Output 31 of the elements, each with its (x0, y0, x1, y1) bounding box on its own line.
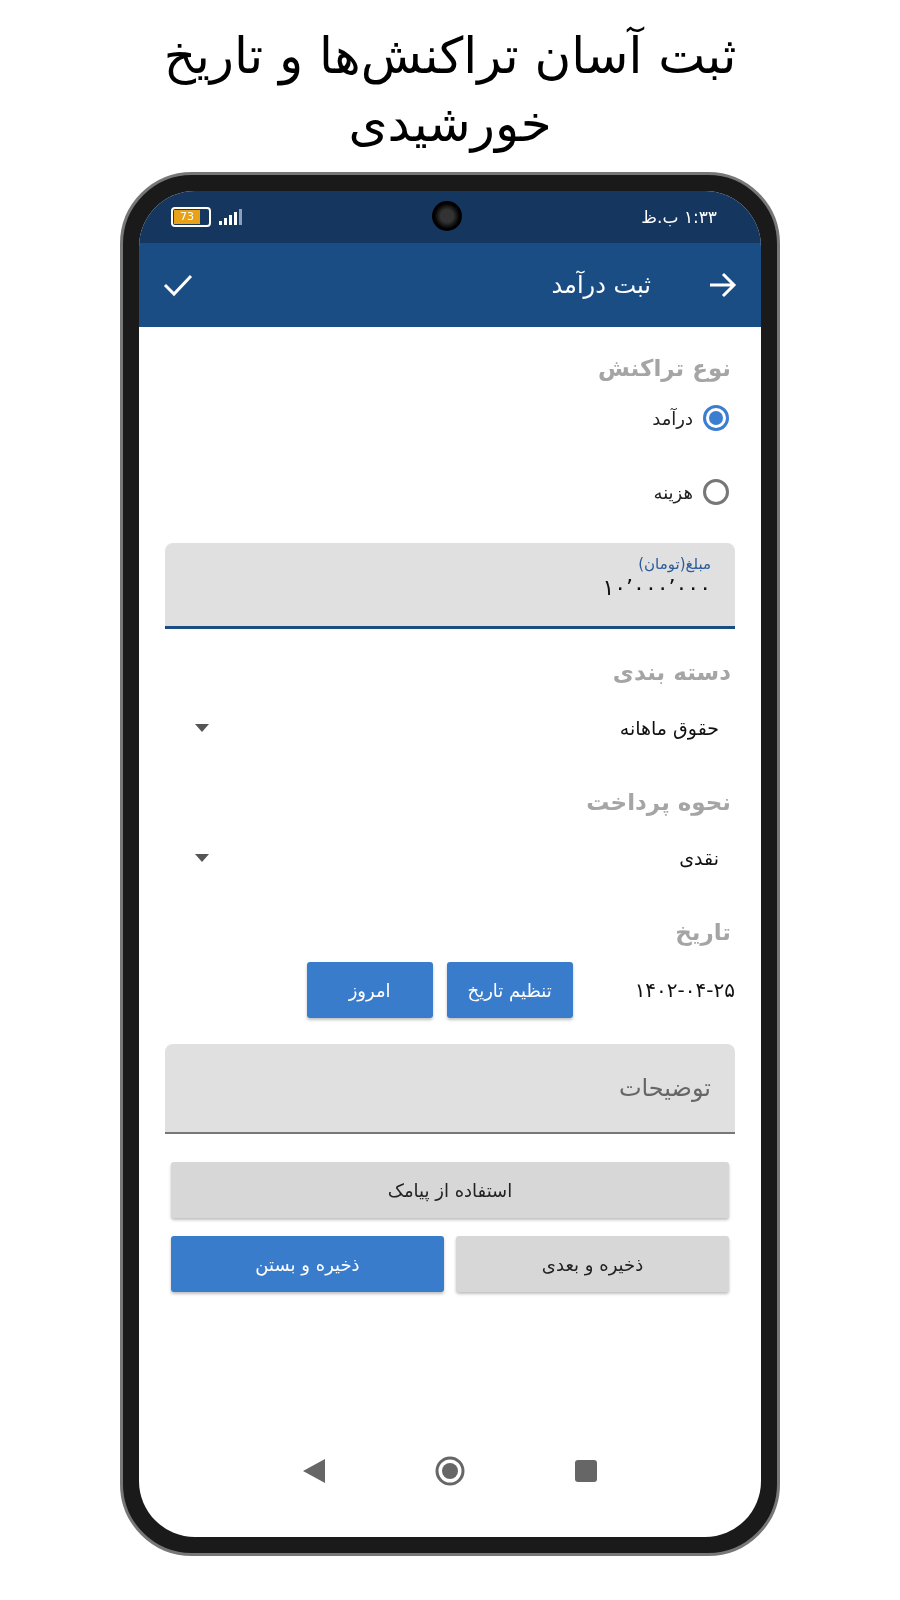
camera-icon (432, 201, 462, 231)
category-dropdown[interactable]: حقوق ماهانه (165, 685, 735, 771)
radio-label: هزینه (653, 481, 693, 503)
section-label: دسته بندی (611, 658, 732, 685)
app-bar-title: ثبت درآمد (551, 271, 651, 299)
status-time: ۱:۳۳ ب.ظ (641, 207, 717, 227)
caret-icon (195, 854, 209, 862)
radio-button[interactable] (703, 479, 729, 505)
date-button[interactable]: تنظیم تاریخ (446, 962, 573, 1018)
description-field[interactable]: توضیحات (165, 1044, 735, 1134)
date-value: ۱۴۰۲-۰۴-۲۵ (634, 978, 735, 1002)
caret-icon (195, 724, 209, 732)
save-next-button[interactable]: ذخیره و بعدی (456, 1236, 729, 1292)
date-button[interactable]: امروز (306, 962, 433, 1018)
section-label: نحوه پرداخت (585, 788, 732, 815)
save-close-button[interactable]: ذخیره و بستن (171, 1236, 444, 1292)
section-label: تاریخ (674, 918, 732, 945)
headline: ثبت آسان تراکنش‌ها و تاریخ خورشیدی (162, 25, 738, 155)
radio-label: درآمد (652, 407, 693, 429)
battery-icon: 73 (171, 207, 211, 227)
signal-icon (219, 209, 245, 225)
back-arrow-icon[interactable] (707, 270, 737, 300)
field-label: مبلغ(تومان) (637, 555, 711, 573)
amount-field[interactable]: مبلغ(تومان) ۱۰٬۰۰۰٬۰۰۰ (165, 543, 735, 629)
sms-button[interactable]: استفاده از پیامک (171, 1162, 729, 1218)
radio-button[interactable] (703, 405, 729, 431)
back-icon[interactable] (303, 1459, 325, 1483)
payment-dropdown[interactable]: نقدی (165, 815, 735, 901)
section-label: نوع تراکنش (597, 354, 732, 381)
field-value: ۱۰٬۰۰۰٬۰۰۰ (601, 575, 711, 600)
home-icon[interactable] (435, 1456, 465, 1486)
